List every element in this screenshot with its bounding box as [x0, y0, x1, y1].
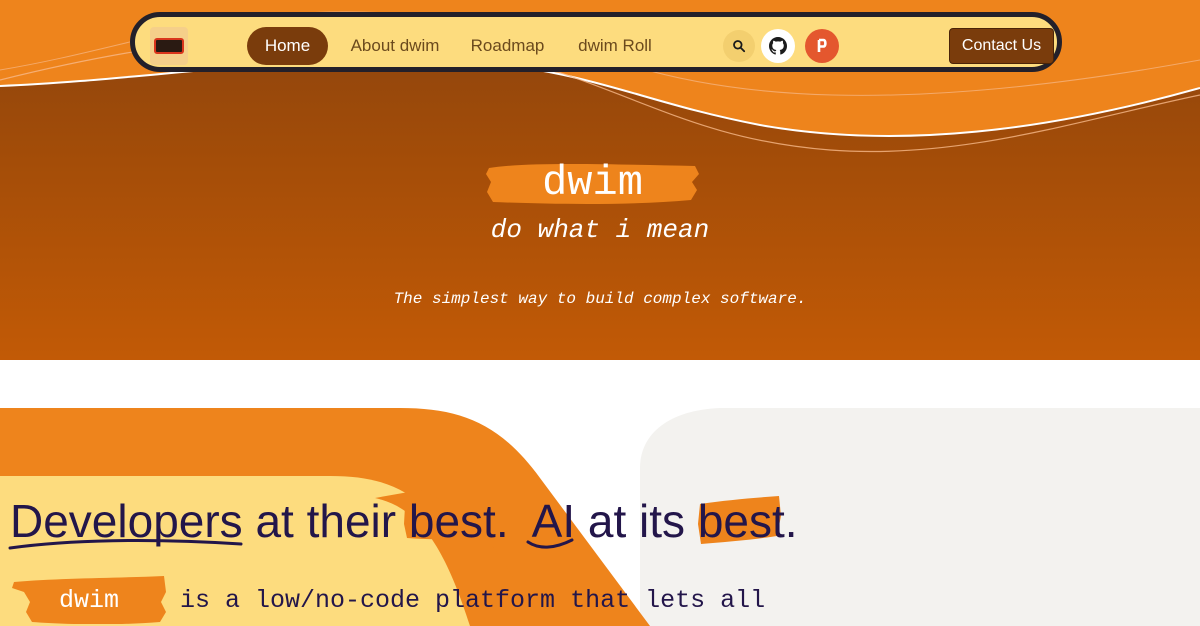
body-dwim-highlight: dwim: [58, 586, 119, 615]
logo-badge: [154, 38, 184, 54]
headline-text: at their: [242, 495, 409, 547]
hero-subtitle: The simplest way to build complex softwa…: [393, 290, 807, 308]
nav-link-home[interactable]: Home: [247, 27, 328, 65]
producthunt-icon: [817, 38, 827, 52]
github-icon: [769, 37, 787, 55]
nav-link-dwim-roll[interactable]: dwim Roll: [570, 27, 660, 65]
headline-best: best: [408, 495, 496, 547]
headline-best: best: [697, 495, 785, 547]
logo[interactable]: [150, 27, 188, 65]
headline-text: at its: [575, 495, 698, 547]
hero-tagline: do what i mean: [490, 215, 710, 245]
body-text: is a low/no-code platform that lets all: [180, 586, 766, 615]
search-button[interactable]: [723, 30, 755, 62]
hero-section: Home About dwim Roadmap dwim Roll Contac…: [0, 0, 1200, 360]
hero-title: dwim: [542, 159, 643, 207]
headline-text: .: [784, 495, 798, 547]
search-icon: [733, 40, 746, 53]
ai-underline: [526, 538, 574, 549]
nav-link-about[interactable]: About dwim: [340, 27, 450, 65]
nav-link-roadmap[interactable]: Roadmap: [465, 27, 550, 65]
producthunt-button[interactable]: [805, 29, 839, 63]
developers-underline: [8, 539, 243, 550]
github-button[interactable]: [761, 29, 795, 63]
intro-section: Developers at their best. AI at its best…: [0, 408, 1200, 626]
contact-us-button[interactable]: Contact Us: [949, 28, 1054, 64]
navbar: Home About dwim Roadmap dwim Roll Contac…: [130, 12, 1062, 72]
